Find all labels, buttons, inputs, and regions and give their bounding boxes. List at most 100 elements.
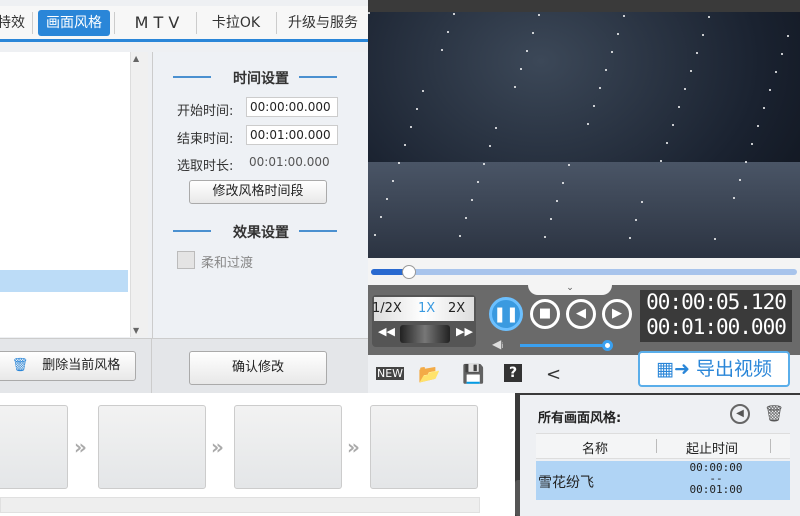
list-scrollbar[interactable]: ▲ ▼ [130,52,148,337]
snowflake [422,90,424,92]
end-time-input[interactable]: 00:01:00.000 [246,125,338,145]
snowflake [641,201,643,203]
scroll-up-icon[interactable]: ▲ [133,54,139,63]
tab-karaoke[interactable]: 卡拉OK [202,10,270,36]
snowflake [392,180,394,182]
save-icon[interactable]: 💾 [462,364,484,385]
jog-wheel[interactable] [400,325,450,343]
snowflake [605,69,607,71]
left-action-bar: 🗑 删除当前风格 确认修改 [0,338,368,394]
snowflake [404,144,406,146]
tab-mtv[interactable]: M T V [122,10,192,36]
tab-upgrade-service[interactable]: 升级与服务 [280,10,366,36]
snowflake [495,127,497,129]
snowflake [471,199,473,201]
timeline-slot[interactable] [370,405,478,489]
open-folder-icon[interactable]: 📂 [418,364,440,385]
time-settings-title: 时间设置 [233,71,289,87]
next-frame-button[interactable]: ▶ [602,299,632,329]
total-time: 00:01:00.000 [646,315,787,339]
delete-style-label: 删除当前风格 [42,358,121,373]
scroll-down-icon[interactable]: ▼ [133,326,139,335]
snowflake [690,70,692,72]
collapse-chevron-icon[interactable]: ⌄ [528,283,612,295]
video-preview[interactable] [368,12,800,258]
back-icon[interactable]: ◀ [730,404,750,424]
style-list[interactable] [0,52,130,337]
timeline-slot[interactable] [98,405,206,489]
snowflake [769,89,771,91]
prev-frame-button[interactable]: ◀ [566,299,596,329]
snowflake [447,31,449,33]
styles-panel-title: 所有画面风格: [538,411,622,426]
snowflake [702,34,704,36]
style-timeline: » » » [0,393,515,516]
snowflake [416,108,418,110]
volume-handle[interactable] [602,340,613,351]
snowflake [489,145,491,147]
snowflake [587,123,589,125]
snowflake [733,197,735,199]
snowflake [520,68,522,70]
timeline-scrollbar[interactable] [0,497,480,513]
snowflake [441,49,443,51]
snowflake [739,179,741,181]
smooth-transition-checkbox[interactable] [177,251,195,269]
smooth-transition-label: 柔和过渡 [201,256,254,271]
pause-button[interactable]: ❚❚ [489,297,523,331]
snowflake [526,50,528,52]
delete-style-button[interactable]: 🗑 删除当前风格 [0,351,136,381]
share-icon[interactable]: < [546,364,561,385]
confirm-modify-button[interactable]: 确认修改 [189,351,327,385]
trash-icon: 🗑 [11,358,29,373]
rewind-icon[interactable]: ◀◀ [378,325,395,338]
export-label: 导出视频 [695,358,772,380]
volume-slider[interactable] [520,344,608,347]
effect-settings-title: 效果设置 [233,225,289,241]
export-video-button[interactable]: ▦➜ 导出视频 [638,351,790,387]
playback-progress[interactable] [368,258,800,286]
list-item-selected[interactable] [0,270,128,292]
volume-icon[interactable]: ◀ᵢ [492,337,503,351]
column-name[interactable]: 名称 [582,438,608,457]
snowflake [751,143,753,145]
speed-2x[interactable]: 2X [448,297,465,321]
fast-forward-icon[interactable]: ▶▶ [456,325,473,338]
snowflake [538,14,540,16]
start-time-input[interactable]: 00:00:00.000 [246,97,338,117]
help-icon[interactable]: ? [504,364,522,382]
progress-handle[interactable] [402,265,417,279]
snowflake [623,15,625,17]
tab-effects[interactable]: 特效 [0,10,26,36]
snowflake [568,164,570,166]
timecode-display: 00:00:05.120 00:01:00.000 [640,290,792,342]
timeline-slot[interactable] [0,405,68,489]
modify-style-time-button[interactable]: 修改风格时间段 [189,180,327,204]
table-row[interactable]: 雪花纷飞 00:00:00 -- 00:01:00 [536,461,790,500]
current-time: 00:00:05.120 [646,290,787,314]
snowflake [635,219,637,221]
snowflake [629,237,631,239]
snowflake [453,13,455,15]
stop-button[interactable]: ■ [530,299,560,329]
timeline-slot[interactable] [234,405,342,489]
new-project-icon[interactable]: NEW [376,367,405,380]
snowflake [714,238,716,240]
style-name: 雪花纷飞 [538,475,594,491]
snowflake [550,218,552,220]
trash-icon[interactable]: 🗑 [764,404,784,423]
snowflake [368,12,370,14]
column-time-range[interactable]: 起止时间 [686,438,738,457]
snow-scene [368,162,800,258]
snowflake [483,163,485,165]
snowflake [380,216,382,218]
arrow-icon: » [211,435,224,459]
snowflake [514,86,516,88]
tab-picture-style[interactable]: 画面风格 [38,10,110,36]
arrow-icon: » [74,435,87,459]
snowflake [562,182,564,184]
snowflake [775,71,777,73]
speed-1x[interactable]: 1X [418,297,435,321]
snowflake [672,124,674,126]
speed-half[interactable]: 1/2X [372,297,402,321]
